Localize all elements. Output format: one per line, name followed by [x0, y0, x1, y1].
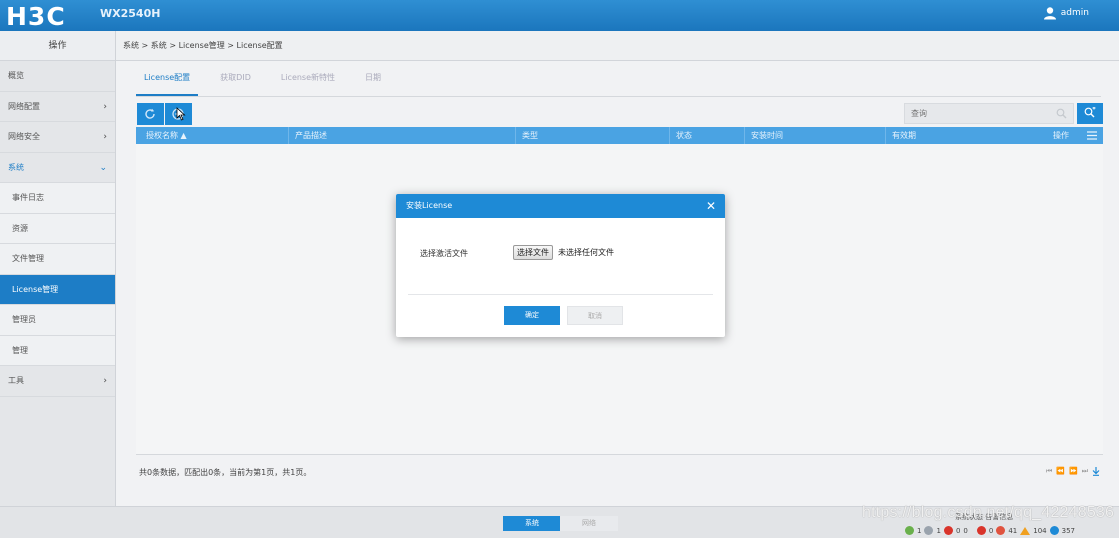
- install-license-dialog: 安装License ✕ 选择激活文件 选择文件 未选择任何文件 确定 取消: [396, 194, 725, 337]
- cancel-button[interactable]: 取消: [567, 306, 623, 325]
- file-status-text: 未选择任何文件: [558, 248, 614, 257]
- close-icon[interactable]: ✕: [706, 194, 716, 218]
- activation-file-label: 选择激活文件: [420, 249, 468, 258]
- dialog-header: 安装License ✕: [396, 194, 725, 218]
- choose-file-button[interactable]: 选择文件: [513, 245, 553, 260]
- dialog-title: 安装License: [406, 201, 453, 210]
- confirm-button[interactable]: 确定: [504, 306, 560, 325]
- dialog-divider: [408, 294, 713, 295]
